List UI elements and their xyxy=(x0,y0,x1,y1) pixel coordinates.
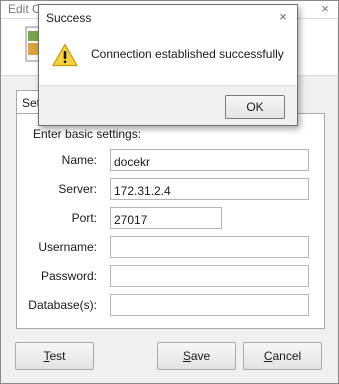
test-button[interactable]: Test xyxy=(15,342,94,370)
dialog-title: Success xyxy=(46,11,92,25)
server-input[interactable] xyxy=(110,178,309,200)
test-label: est xyxy=(49,349,66,363)
name-label: Name: xyxy=(61,153,97,167)
section-label: Enter basic settings: xyxy=(33,127,142,141)
save-button[interactable]: Save xyxy=(157,342,236,370)
server-label: Server: xyxy=(58,182,97,196)
name-input[interactable] xyxy=(110,149,309,171)
password-label: Password: xyxy=(40,269,97,283)
username-input[interactable] xyxy=(110,236,309,258)
window-close-button[interactable]: × xyxy=(318,1,332,17)
database-label: Database(s): xyxy=(28,298,97,312)
database-input[interactable] xyxy=(110,294,309,316)
save-label: ave xyxy=(190,349,211,363)
success-dialog: Success × Connection established success… xyxy=(38,4,298,126)
password-input[interactable] xyxy=(110,265,309,287)
username-label: Username: xyxy=(38,240,97,254)
cancel-label: ancel xyxy=(272,349,302,363)
ok-button[interactable]: OK xyxy=(225,95,285,119)
dialog-message: Connection established successfully xyxy=(91,47,284,61)
dialog-close-button[interactable]: × xyxy=(275,8,291,26)
dialog-footer: OK xyxy=(39,85,297,125)
save-accel: S xyxy=(182,349,191,363)
dialog-body: Connection established successfully xyxy=(39,30,297,85)
dialog-title-bar: Success × xyxy=(39,5,297,30)
warning-icon xyxy=(52,43,78,67)
cancel-button[interactable]: Cancel xyxy=(243,342,322,370)
port-input[interactable] xyxy=(110,207,222,229)
port-label: Port: xyxy=(71,211,97,225)
